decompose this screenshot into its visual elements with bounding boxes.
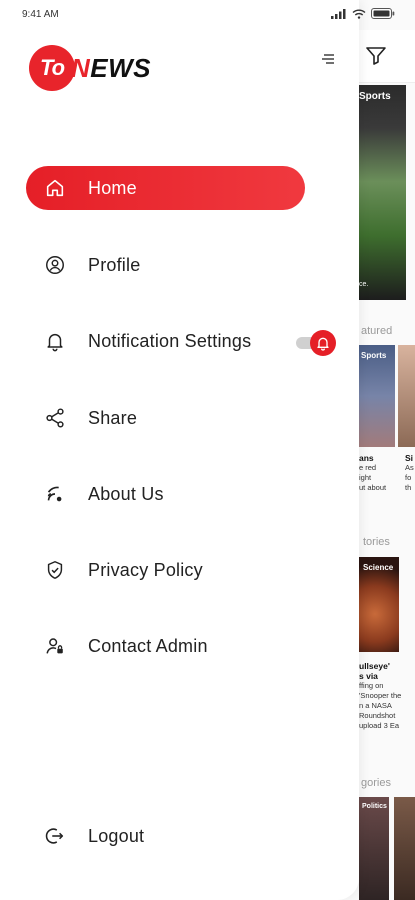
section-featured-label: atured — [361, 325, 393, 337]
filter-icon[interactable] — [364, 44, 388, 68]
science-card-line: 'Snooper the — [359, 691, 402, 700]
signal-icon — [331, 8, 346, 19]
featured-card-image[interactable]: Sports — [359, 345, 395, 447]
science-card-tag: Science — [363, 563, 394, 572]
menu-item-privacy-policy[interactable]: Privacy Policy — [26, 548, 305, 592]
logo-wordmark-rest: EWS — [90, 52, 152, 83]
science-card-title: ullseye' — [359, 661, 390, 671]
app-logo: To NEWS — [29, 45, 151, 91]
navigation-drawer: To NEWS Home Profile Notification Settin… — [0, 0, 359, 900]
bell-icon — [44, 330, 66, 352]
science-card-line: upload 3 Ea — [359, 721, 400, 730]
featured-card-line: e red — [359, 463, 377, 472]
menu-item-label: Notification Settings — [88, 330, 252, 351]
shield-check-icon — [44, 559, 66, 581]
top-story-caption: ce. — [359, 281, 369, 288]
menu-item-notification-settings[interactable]: Notification Settings — [26, 319, 305, 363]
status-bar: 9:41 AM — [0, 0, 415, 30]
logout-button[interactable]: Logout — [26, 814, 305, 858]
top-story-tag: Sports — [359, 91, 391, 102]
featured-card-text: ans e red ight ut about — [359, 453, 386, 493]
about-icon — [44, 483, 66, 505]
featured-card-line: ut about — [359, 483, 387, 492]
share-icon — [44, 407, 66, 429]
menu-item-profile[interactable]: Profile — [26, 243, 305, 287]
science-card-text: ullseye' s via ffing on 'Snooper the n a… — [359, 661, 401, 731]
logo-wordmark: NEWS — [71, 53, 151, 84]
menu-item-share[interactable]: Share — [26, 396, 305, 440]
section-categories-label: gories — [361, 777, 391, 789]
menu-item-label: Home — [88, 177, 137, 198]
menu-item-home[interactable]: Home — [26, 166, 305, 210]
menu-collapse-icon[interactable] — [320, 52, 336, 66]
politics-tag: Politics — [362, 803, 387, 810]
politics-card-image[interactable]: Politics — [359, 797, 389, 900]
status-time: 9:41 AM — [22, 9, 59, 20]
science-card-line: ffing on — [359, 681, 384, 690]
logout-label: Logout — [88, 825, 145, 846]
science-card-image[interactable]: Science — [359, 557, 399, 652]
menu-item-contact-admin[interactable]: Contact Admin — [26, 624, 305, 668]
user-circle-icon — [44, 254, 66, 276]
science-card-line: n a NASA — [359, 701, 392, 710]
featured-card-line: ight — [359, 473, 372, 482]
featured-card-image-2[interactable] — [398, 345, 415, 447]
status-icons — [331, 8, 395, 19]
logo-badge: To — [29, 45, 75, 91]
science-card-title-2: s via — [359, 671, 378, 681]
featured-card-2-text: Si As fo th — [405, 453, 414, 493]
menu-item-about-us[interactable]: About Us — [26, 472, 305, 516]
menu-item-label: Privacy Policy — [88, 559, 203, 580]
logo-wordmark-initial: N — [71, 52, 91, 83]
top-story-image[interactable]: Sports ce. — [359, 85, 406, 300]
featured-card-tag: Sports — [361, 351, 387, 360]
featured-card-2-title: Si — [405, 453, 414, 463]
featured-card-title: ans — [359, 453, 374, 463]
featured-card-2-line: th — [405, 483, 412, 492]
menu-item-label: Contact Admin — [88, 635, 208, 656]
wifi-icon — [352, 9, 366, 19]
menu-item-label: About Us — [88, 483, 164, 504]
science-card-line: Roundshot — [359, 711, 396, 720]
notification-toggle[interactable] — [296, 330, 340, 356]
politics-card-image-2[interactable] — [394, 797, 415, 900]
featured-card-2-line: As — [405, 463, 414, 472]
logout-icon — [44, 825, 66, 847]
featured-card-2-line: fo — [405, 473, 412, 482]
toggle-knob — [310, 330, 336, 356]
menu-item-label: Profile — [88, 254, 141, 275]
menu-item-label: Share — [88, 407, 138, 428]
home-icon — [44, 177, 66, 199]
toggle-bell-icon — [317, 337, 329, 351]
contact-admin-icon — [44, 635, 66, 657]
section-stories-label: tories — [363, 536, 390, 548]
battery-icon — [371, 8, 395, 19]
